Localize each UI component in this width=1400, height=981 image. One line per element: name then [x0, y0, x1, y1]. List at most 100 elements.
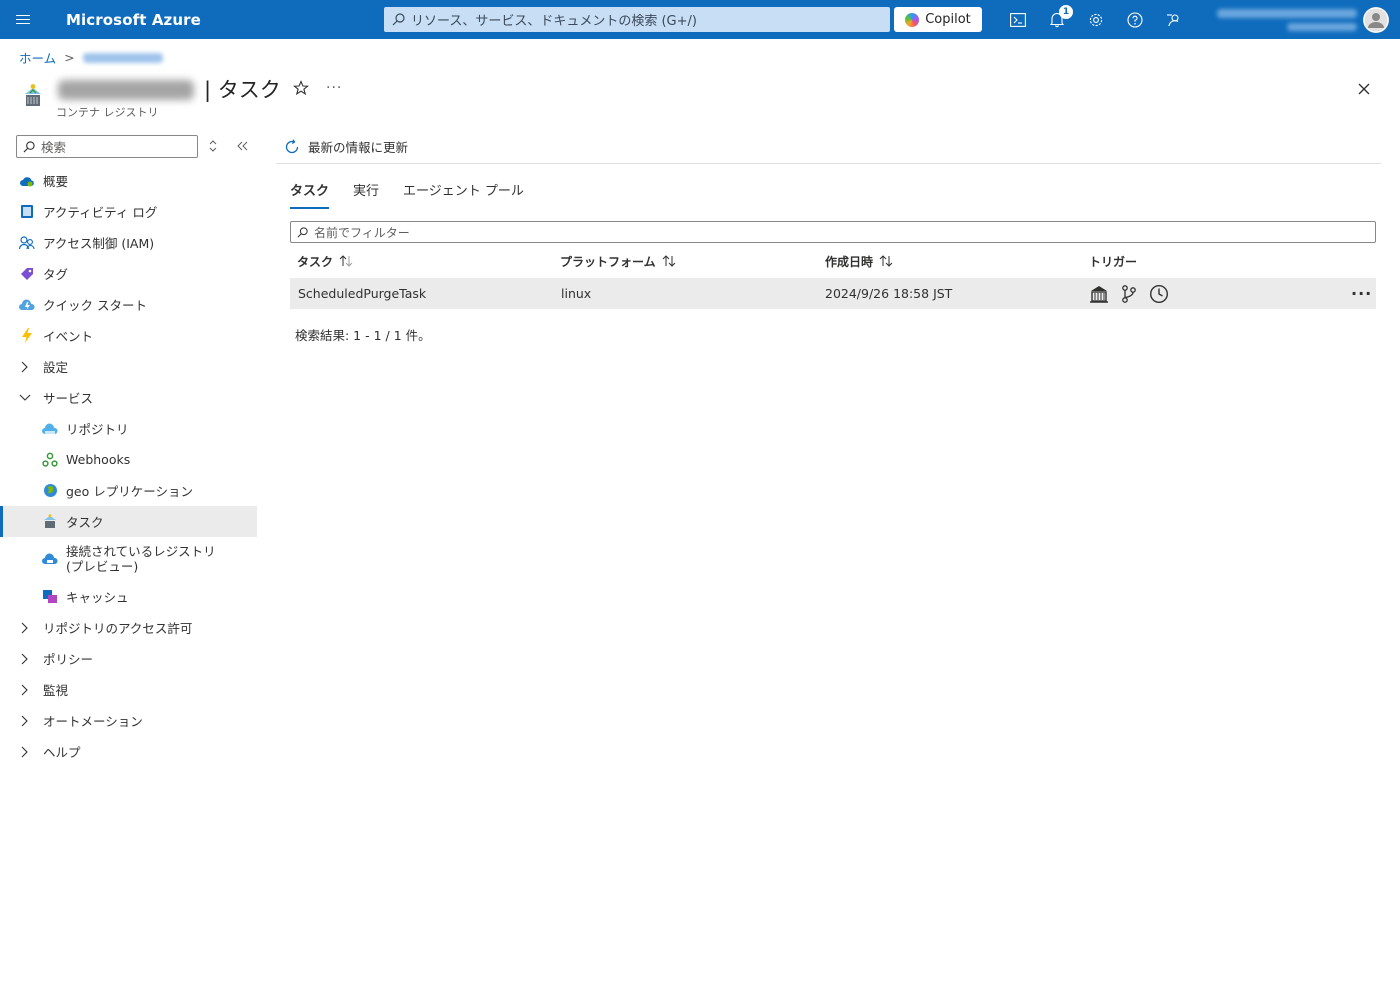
breadcrumb-resource-redacted[interactable] — [82, 52, 163, 63]
row-more-button[interactable]: ··· — [1351, 278, 1372, 309]
sidebar-item-activity-log[interactable]: アクティビティ ログ — [0, 196, 257, 227]
sidebar-item-connected-registries[interactable]: 接続されているレジストリ (プレビュー) — [0, 537, 257, 581]
collapse-sidebar-icon[interactable] — [236, 139, 248, 153]
top-bar: Microsoft Azure リソース、サービス、ドキュメントの検索 (G+/… — [0, 0, 1400, 39]
filter-input[interactable]: 名前でフィルター — [290, 221, 1376, 243]
sidebar-item-label: リポジトリのアクセス許可 — [43, 621, 193, 636]
account-info[interactable] — [1213, 0, 1363, 39]
chevron-right-icon — [19, 361, 35, 373]
sidebar-item-label: イベント — [43, 329, 94, 344]
hamburger-icon[interactable] — [0, 0, 46, 39]
command-bar: 最新の情報に更新 — [276, 130, 1381, 164]
sidebar-item-label: サービス — [43, 391, 94, 406]
sidebar-item-geo-replication[interactable]: geo レプリケーション — [0, 475, 257, 506]
sort-icon — [662, 255, 676, 267]
sidebar-item-label: リポジトリ — [66, 422, 129, 437]
resource-type: コンテナ レジストリ — [56, 106, 159, 119]
expand-collapse-icon[interactable] — [207, 139, 219, 153]
sidebar-item-label: クイック スタート — [43, 298, 147, 313]
sidebar-item-label: タスク — [66, 515, 104, 530]
sidebar-item-cache[interactable]: キャッシュ — [0, 581, 257, 612]
brand-title[interactable]: Microsoft Azure — [66, 11, 384, 29]
sidebar-item-label: 設定 — [43, 360, 69, 375]
timer-trigger-icon — [1149, 284, 1169, 304]
connected-registry-icon — [42, 551, 58, 567]
tab-tasks[interactable]: タスク — [290, 180, 330, 209]
sidebar-item-help[interactable]: ヘルプ — [0, 736, 257, 767]
more-options-button[interactable]: ··· — [326, 80, 342, 96]
sidebar-item-repositories[interactable]: リポジトリ — [0, 413, 257, 444]
sidebar-item-label: geo レプリケーション — [66, 484, 193, 499]
account-name-redacted — [1217, 8, 1357, 18]
sidebar-item-events[interactable]: イベント — [0, 320, 257, 351]
avatar[interactable] — [1363, 6, 1389, 33]
sort-icon — [879, 255, 893, 267]
chevron-down-icon — [19, 393, 35, 403]
sidebar-item-overview[interactable]: 概要 — [0, 165, 257, 196]
result-count: 検索結果: 1 - 1 / 1 件。 — [295, 328, 431, 343]
sidebar-nav: 概要 アクティビティ ログ アクセス制御 (IAM) タグ クイック スタート … — [0, 165, 257, 767]
sidebar-item-label: Webhooks — [66, 452, 131, 467]
close-icon[interactable] — [1356, 81, 1372, 97]
column-header-label: プラットフォーム — [560, 254, 656, 269]
sidebar-item-webhooks[interactable]: Webhooks — [0, 444, 257, 475]
cloud-shell-icon[interactable] — [998, 0, 1037, 39]
sidebar-item-services[interactable]: サービス — [0, 382, 257, 413]
column-header-platform[interactable]: プラットフォーム — [560, 253, 676, 270]
task-icon — [42, 514, 58, 530]
chevron-right-icon — [19, 653, 35, 665]
table-row[interactable]: ScheduledPurgeTask linux 2024/9/26 18:58… — [290, 278, 1376, 309]
sidebar-item-tasks[interactable]: タスク — [0, 506, 257, 537]
sidebar-item-label: アクセス制御 (IAM) — [43, 236, 155, 251]
search-icon — [23, 140, 35, 152]
sidebar-item-label: タグ — [43, 267, 69, 282]
tab-agent-pools[interactable]: エージェント プール — [403, 180, 524, 209]
column-header-task[interactable]: タスク — [297, 253, 353, 270]
search-icon — [297, 226, 308, 238]
sidebar-item-automation[interactable]: オートメーション — [0, 705, 257, 736]
task-name-cell[interactable]: ScheduledPurgeTask — [298, 278, 426, 309]
sidebar-item-label: 監視 — [43, 683, 69, 698]
nav-search-input[interactable]: 検索 — [16, 135, 198, 158]
account-directory-redacted — [1287, 22, 1357, 31]
breadcrumb: ホーム > — [19, 48, 163, 67]
bell-icon[interactable]: 1 — [1037, 0, 1076, 39]
tag-icon — [19, 266, 35, 282]
settings-icon[interactable] — [1076, 0, 1115, 39]
sidebar-item-label: 概要 — [43, 174, 69, 189]
trigger-cell — [1089, 278, 1179, 309]
sidebar-item-quickstart[interactable]: クイック スタート — [0, 289, 257, 320]
sidebar-item-policies[interactable]: ポリシー — [0, 643, 257, 674]
copilot-icon — [905, 12, 920, 27]
feedback-icon[interactable] — [1154, 0, 1193, 39]
help-icon[interactable] — [1115, 0, 1154, 39]
created-cell: 2024/9/26 18:58 JST — [825, 286, 953, 301]
star-icon[interactable] — [293, 80, 309, 96]
sidebar-item-iam[interactable]: アクセス制御 (IAM) — [0, 227, 257, 258]
quickstart-icon — [19, 297, 35, 313]
sort-ascending-icon — [339, 255, 353, 267]
copilot-button[interactable]: Copilot — [894, 7, 982, 32]
refresh-button[interactable]: 最新の情報に更新 — [308, 137, 408, 156]
sidebar-item-label: オートメーション — [43, 714, 143, 729]
global-search-placeholder: リソース、サービス、ドキュメントの検索 (G+/) — [411, 14, 697, 29]
copilot-label: Copilot — [925, 12, 971, 27]
column-header-trigger: トリガー — [1089, 253, 1137, 270]
sidebar-item-tags[interactable]: タグ — [0, 258, 257, 289]
refresh-icon[interactable] — [284, 138, 300, 155]
global-search-input[interactable]: リソース、サービス、ドキュメントの検索 (G+/) — [384, 7, 890, 32]
resource-name-redacted — [58, 80, 194, 100]
sidebar-item-repo-permissions[interactable]: リポジトリのアクセス許可 — [0, 612, 257, 643]
breadcrumb-home[interactable]: ホーム — [19, 48, 56, 67]
filter-placeholder: 名前でフィルター — [314, 225, 410, 240]
sidebar-item-settings[interactable]: 設定 — [0, 351, 257, 382]
column-header-created[interactable]: 作成日時 — [825, 253, 893, 270]
chevron-right-icon — [19, 715, 35, 727]
people-icon — [19, 235, 35, 251]
breadcrumb-separator: > — [64, 50, 75, 65]
activity-log-icon — [19, 204, 35, 220]
column-header-label: タスク — [297, 254, 334, 269]
sidebar-item-monitoring[interactable]: 監視 — [0, 674, 257, 705]
base-image-trigger-icon — [1089, 284, 1109, 304]
tab-runs[interactable]: 実行 — [353, 180, 379, 209]
